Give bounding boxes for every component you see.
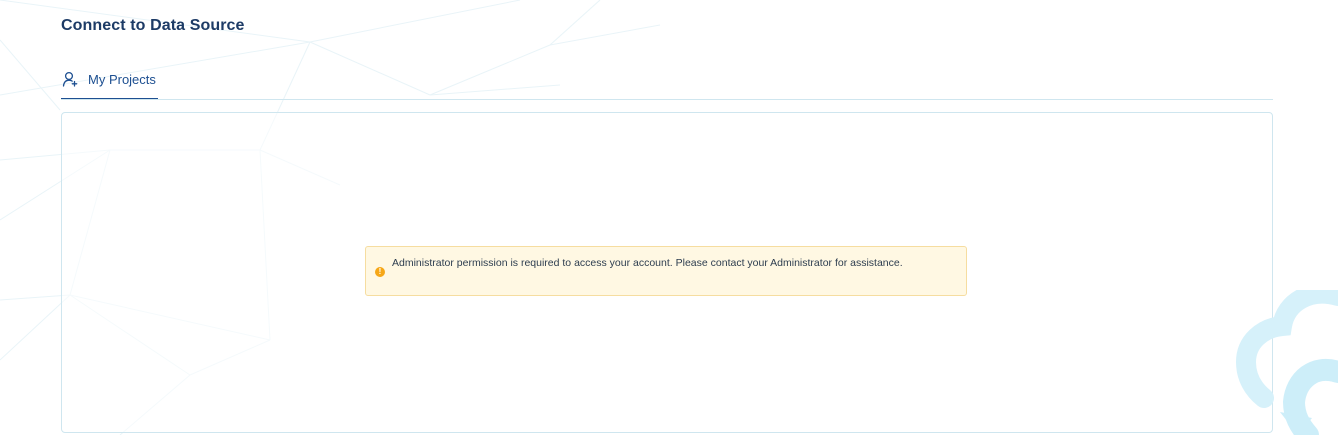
alert-message: Administrator permission is required to … (392, 257, 903, 269)
warning-circle-icon: ! (375, 267, 385, 277)
tab-label: My Projects (88, 71, 156, 87)
permission-alert: ! Administrator permission is required t… (365, 246, 967, 296)
tab-bar: My Projects (61, 60, 1273, 100)
user-add-icon (62, 71, 78, 87)
page-title: Connect to Data Source (61, 17, 245, 34)
tab-my-projects[interactable]: My Projects (61, 60, 158, 99)
